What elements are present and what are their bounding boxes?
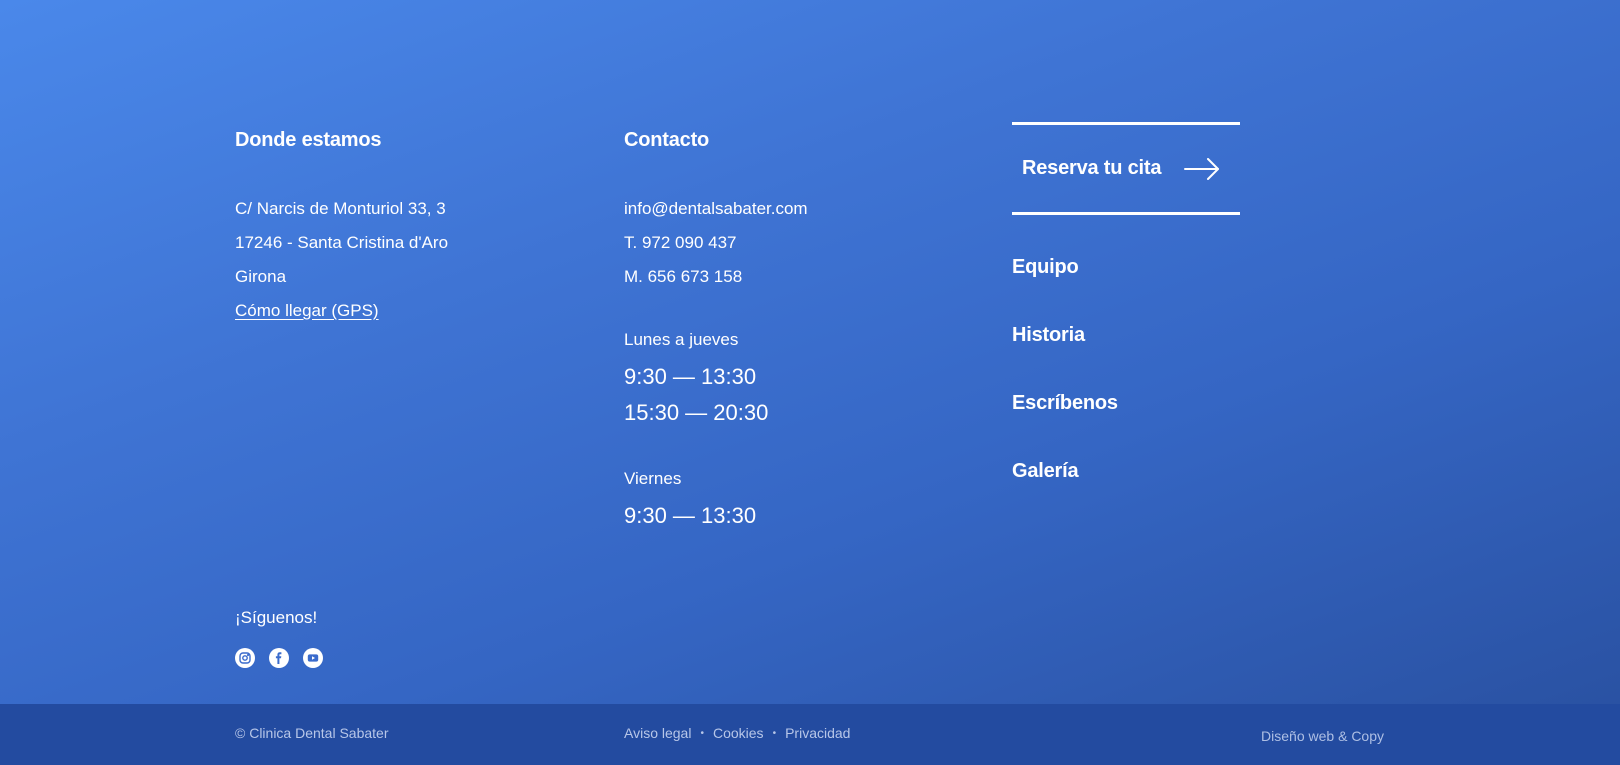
footer-nav: Equipo Historia Escríbenos Galería [1012, 253, 1242, 485]
email-link[interactable]: info@dentalsabater.com [624, 192, 954, 226]
address-line: Girona [235, 267, 287, 286]
location-column: Donde estamos C/ Narcis de Monturiol 33,… [235, 126, 565, 328]
follow-label: ¡Síguenos! [235, 608, 318, 627]
cookies-link[interactable]: Cookies [713, 725, 764, 741]
facebook-icon[interactable] [269, 648, 289, 668]
address-line: 17246 - Santa Cristina d'Aro [235, 233, 449, 252]
hours-time: 15:30 — 20:30 [624, 400, 769, 425]
copyright-text: © Clinica Dental Sabater [235, 725, 389, 741]
separator-dot: • [772, 727, 777, 739]
hours-label: Lunes a jueves [624, 330, 739, 349]
reserve-appointment-button[interactable]: Reserva tu cita [1012, 122, 1240, 215]
address-line: C/ Narcis de Monturiol 33, 3 [235, 199, 446, 218]
privacy-link[interactable]: Privacidad [785, 725, 850, 741]
nav-item-historia[interactable]: Historia [1012, 321, 1242, 349]
nav-column: Reserva tu cita Equipo Historia Escríben… [1012, 122, 1242, 525]
hours-label: Viernes [624, 469, 682, 488]
nav-item-escribenos[interactable]: Escríbenos [1012, 389, 1242, 417]
reserve-label: Reserva tu cita [1022, 157, 1162, 179]
legal-notice-link[interactable]: Aviso legal [624, 725, 691, 741]
contact-heading: Contacto [624, 129, 710, 151]
hours-time: 9:30 — 13:30 [624, 503, 757, 528]
hours-weekdays: Lunes a jueves 9:30 — 13:30 15:30 — 20:3… [624, 329, 954, 431]
contact-block: info@dentalsabater.com T. 972 090 437 M.… [624, 192, 954, 294]
instagram-icon[interactable] [235, 648, 255, 668]
phone-link[interactable]: T. 972 090 437 [624, 226, 954, 260]
social-section: ¡Síguenos! [235, 607, 323, 668]
address-block: C/ Narcis de Monturiol 33, 3 17246 - San… [235, 192, 565, 328]
social-links [235, 648, 323, 668]
credits-link[interactable]: Diseño web & Copy [1261, 728, 1384, 744]
footer-main: Donde estamos C/ Narcis de Monturiol 33,… [0, 0, 1620, 704]
youtube-icon[interactable] [303, 648, 323, 668]
legal-links: Aviso legal • Cookies • Privacidad [624, 725, 850, 741]
contact-column: Contacto info@dentalsabater.com T. 972 0… [624, 126, 954, 534]
gps-directions-link[interactable]: Cómo llegar (GPS) [235, 301, 379, 320]
nav-item-equipo[interactable]: Equipo [1012, 253, 1242, 281]
nav-item-galeria[interactable]: Galería [1012, 457, 1242, 485]
hours-friday: Viernes 9:30 — 13:30 [624, 468, 954, 534]
location-heading: Donde estamos [235, 129, 382, 151]
hours-time: 9:30 — 13:30 [624, 364, 757, 389]
footer-page: Donde estamos C/ Narcis de Monturiol 33,… [0, 0, 1620, 765]
arrow-right-icon [1184, 157, 1220, 180]
separator-dot: • [700, 727, 704, 739]
mobile-link[interactable]: M. 656 673 158 [624, 260, 954, 294]
